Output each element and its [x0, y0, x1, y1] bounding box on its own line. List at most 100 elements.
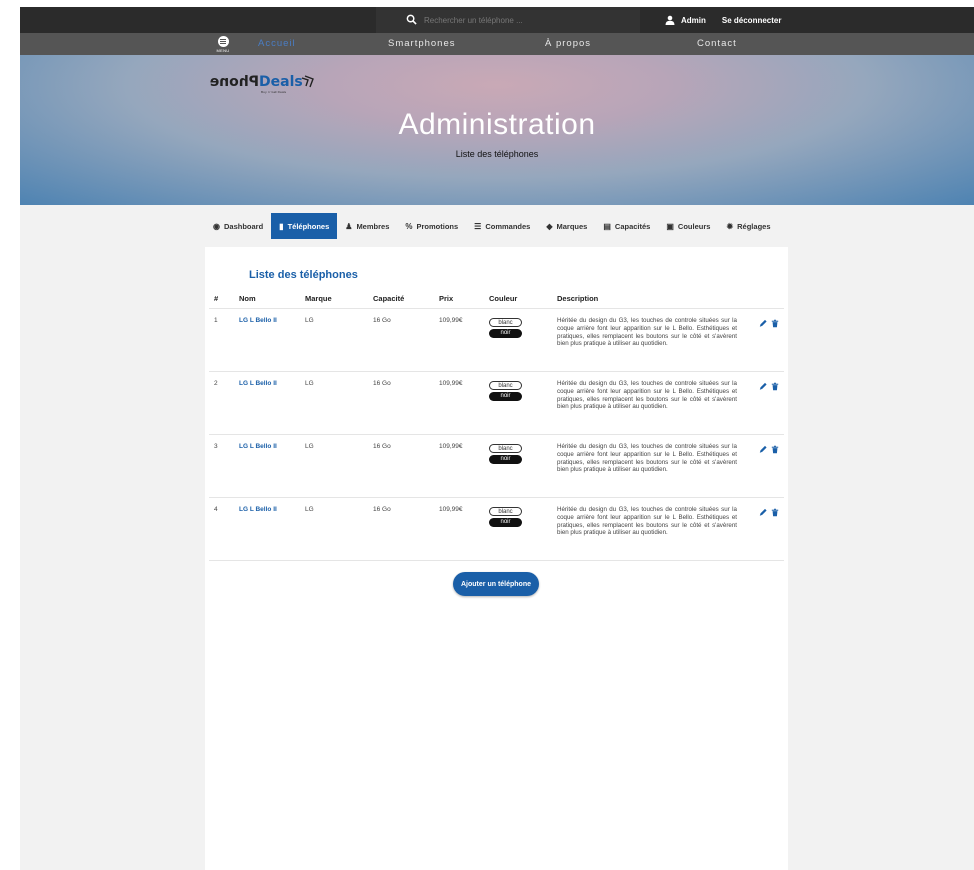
color-badges: blanc noir [489, 318, 522, 338]
svg-text:Phone: Phone [210, 74, 259, 90]
phone-description: Héritée du design du G3, les touches de … [557, 380, 737, 411]
color-badge-black: noir [489, 455, 522, 464]
table-row: 3 LG L Bello II LG 16 Go 109,99€ blanc noir Hér… [205, 435, 788, 498]
column-header-brand: Marque [305, 294, 332, 303]
phone-name-link[interactable]: LG L Bello II [239, 443, 277, 450]
tab-label: Commandes [485, 221, 531, 231]
tab-label: Capacités [614, 221, 651, 231]
tab-promotions[interactable]: % Promotions [397, 213, 466, 239]
gear-icon: ✹ [726, 221, 734, 231]
svg-text:Deals: Deals [259, 74, 303, 90]
tab-settings[interactable]: ✹ Réglages [718, 213, 778, 239]
tab-dashboard[interactable]: ◉ Dashboard [205, 213, 271, 239]
phone-price: 109,99€ [439, 443, 463, 450]
color-badge-black: noir [489, 329, 522, 338]
trash-icon[interactable] [771, 319, 779, 328]
tab-brands[interactable]: ◆ Marques [538, 213, 595, 239]
color-badges: blanc noir [489, 444, 522, 464]
phone-capacity: 16 Go [373, 506, 391, 513]
phone-name-link[interactable]: LG L Bello II [239, 317, 277, 324]
phone-capacity: 16 Go [373, 443, 391, 450]
page-subtitle: Liste des téléphones [455, 149, 539, 159]
edit-icon[interactable] [759, 319, 767, 328]
phone-name-link[interactable]: LG L Bello II [239, 506, 277, 513]
add-phone-button[interactable]: Ajouter un téléphone [453, 572, 539, 596]
nav-item-contact[interactable]: Contact [697, 38, 737, 49]
tab-phones[interactable]: ▮ Téléphones [271, 213, 338, 239]
row-actions [759, 382, 779, 391]
phone-description: Héritée du design du G3, les touches de … [557, 317, 737, 348]
storage-icon: ▤ [603, 221, 611, 231]
trash-icon[interactable] [771, 445, 779, 454]
color-badge-white: blanc [489, 381, 522, 390]
tab-label: Membres [356, 221, 390, 231]
tab-orders[interactable]: ☰ Commandes [466, 213, 538, 239]
phone-description: Héritée du design du G3, les touches de … [557, 443, 737, 474]
nav-item-about[interactable]: À propos [545, 38, 591, 49]
edit-icon[interactable] [759, 445, 767, 454]
color-badge-white: blanc [489, 507, 522, 516]
color-badges: blanc noir [489, 381, 522, 401]
color-badge-white: blanc [489, 444, 522, 453]
browser-viewport: Admin Se déconnecter MENU Accueil Smartp… [20, 7, 974, 870]
edit-icon[interactable] [759, 508, 767, 517]
table-header: # Nom Marque Capacité Prix Couleur Descr… [205, 294, 788, 304]
tab-capacities[interactable]: ▤ Capacités [595, 213, 658, 239]
row-number: 2 [214, 380, 218, 387]
image-icon: ▣ [666, 221, 674, 231]
content-panel: Liste des téléphones # Nom Marque Capaci… [205, 247, 788, 870]
phone-brand: LG [305, 317, 314, 324]
percent-icon: % [405, 221, 413, 231]
tab-label: Dashboard [223, 221, 264, 231]
svg-text:Buy n' Get Deals: Buy n' Get Deals [261, 90, 286, 94]
search-icon[interactable] [406, 14, 417, 25]
phone-price: 109,99€ [439, 380, 463, 387]
row-actions [759, 319, 779, 328]
user-name[interactable]: Admin [681, 16, 706, 25]
phone-name-link[interactable]: LG L Bello II [239, 380, 277, 387]
phone-capacity: 16 Go [373, 380, 391, 387]
phone-icon: ▮ [279, 221, 284, 231]
phone-brand: LG [305, 506, 314, 513]
color-badge-black: noir [489, 392, 522, 401]
phone-price: 109,99€ [439, 317, 463, 324]
edit-icon[interactable] [759, 382, 767, 391]
trash-icon[interactable] [771, 508, 779, 517]
row-number: 3 [214, 443, 218, 450]
search-input[interactable] [424, 15, 614, 25]
tab-label: Couleurs [677, 221, 711, 231]
tab-colors[interactable]: ▣ Couleurs [658, 213, 718, 239]
tab-label: Réglages [737, 221, 771, 231]
row-number: 1 [214, 317, 218, 324]
menu-button[interactable]: MENU [214, 36, 232, 54]
tab-label: Promotions [416, 221, 459, 231]
phone-brand: LG [305, 443, 314, 450]
table-row: 4 LG L Bello II LG 16 Go 109,99€ blanc noir Hér… [205, 498, 788, 561]
table-row: 2 LG L Bello II LG 16 Go 109,99€ blanc noir Hér… [205, 372, 788, 435]
column-header-capacity: Capacité [373, 294, 405, 303]
row-actions [759, 508, 779, 517]
user-icon: ♟ [345, 221, 353, 231]
table-row: 1 LG L Bello II LG 16 Go 109,99€ blanc noir Hér… [205, 309, 788, 372]
main-nav: MENU Accueil Smartphones À propos Contac… [20, 33, 974, 55]
trash-icon[interactable] [771, 382, 779, 391]
nav-item-home[interactable]: Accueil [258, 38, 296, 49]
column-header-price: Prix [439, 294, 454, 303]
nav-item-smartphones[interactable]: Smartphones [388, 38, 456, 49]
phone-price: 109,99€ [439, 506, 463, 513]
row-number: 4 [214, 506, 218, 513]
phone-brand: LG [305, 380, 314, 387]
column-header-color: Couleur [489, 294, 518, 303]
user-area: Admin Se déconnecter [665, 7, 781, 33]
color-badge-white: blanc [489, 318, 522, 327]
menu-label: MENU [216, 48, 230, 53]
list-title: Liste des téléphones [249, 269, 358, 281]
page-title: Administration [398, 108, 596, 141]
site-logo[interactable]: Phone Deals Buy n' Get Deals [203, 72, 321, 101]
menu-icon [217, 36, 229, 47]
column-header-num: # [214, 294, 219, 303]
tab-members[interactable]: ♟ Membres [337, 213, 397, 239]
search-box[interactable] [376, 7, 640, 33]
tab-label: Marques [556, 221, 588, 231]
logout-link[interactable]: Se déconnecter [722, 16, 782, 25]
